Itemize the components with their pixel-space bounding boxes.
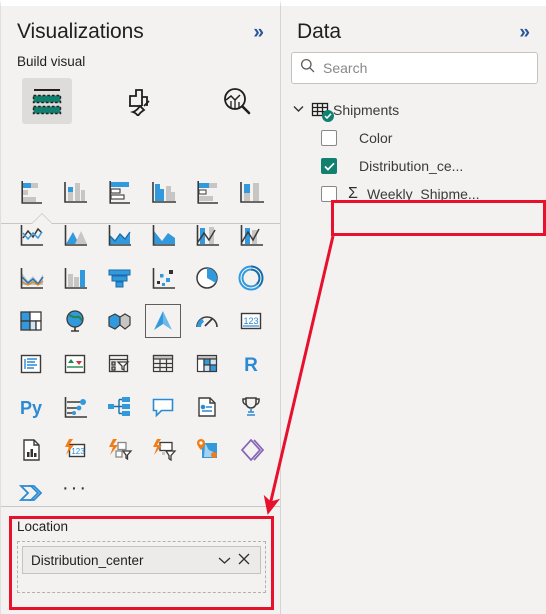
donut-chart-icon[interactable]: [229, 256, 273, 299]
tree-field-color[interactable]: Color: [281, 124, 546, 152]
svg-text:R: R: [244, 355, 258, 376]
visio-visual-icon[interactable]: [229, 428, 273, 471]
data-search-wrap: Search: [281, 44, 546, 84]
stacked-area-chart-icon[interactable]: [97, 213, 141, 256]
tab-build-visual[interactable]: [15, 77, 79, 125]
metrics-icon[interactable]: [229, 385, 273, 428]
visualizations-title: Visualizations: [17, 20, 144, 43]
field-checkbox-distribution-center[interactable]: [321, 158, 337, 174]
smart-narrative-icon[interactable]: [185, 385, 229, 428]
collapse-data-pane-icon[interactable]: »: [517, 23, 532, 42]
waterfall-chart-icon[interactable]: [9, 256, 53, 299]
data-pane: Data » Search Shipments Color Distributi…: [281, 0, 546, 614]
pie-chart-icon[interactable]: [185, 256, 229, 299]
build-visual-label: Build visual: [17, 54, 86, 69]
decomposition-tree-icon[interactable]: [97, 385, 141, 428]
visualizations-pane: Visualizations » Build visual 123 R Py 1…: [0, 0, 281, 614]
map-icon[interactable]: [53, 299, 97, 342]
svg-text:Py: Py: [20, 398, 42, 418]
chevron-down-icon[interactable]: [293, 104, 311, 116]
table-icon[interactable]: [141, 342, 185, 385]
key-influencers-icon[interactable]: [53, 385, 97, 428]
tab-format-visual[interactable]: [109, 77, 173, 125]
multi-row-card-icon[interactable]: [9, 342, 53, 385]
scatter-chart-icon[interactable]: [141, 256, 185, 299]
line-and-clustered-column-chart-icon[interactable]: [185, 213, 229, 256]
svg-text:123: 123: [71, 447, 85, 456]
visualizations-header: Visualizations »: [1, 6, 280, 44]
r-script-visual-icon[interactable]: R: [229, 342, 273, 385]
paginated-report-icon[interactable]: [9, 428, 53, 471]
azure-map-icon[interactable]: [141, 299, 185, 342]
funnel-icon[interactable]: [97, 256, 141, 299]
funnel-chart-icon[interactable]: [53, 256, 97, 299]
line-and-stacked-column-chart-icon[interactable]: [141, 213, 185, 256]
tab-analytics[interactable]: [205, 77, 269, 125]
tab-pointer: [32, 214, 52, 224]
kpi-icon[interactable]: [53, 342, 97, 385]
search-icon: [300, 58, 315, 78]
tree-field-weekly-shipments[interactable]: Σ Weekly_Shipme...: [281, 180, 546, 208]
filled-map-icon[interactable]: [97, 299, 141, 342]
location-drop-zone[interactable]: Distribution_center: [17, 541, 266, 593]
tree-node-label: Shipments: [333, 102, 400, 118]
visualizations-tabs: [1, 69, 280, 224]
location-well-title: Location: [17, 519, 69, 534]
analytics-magnifier-icon: [224, 88, 251, 115]
svg-text:123: 123: [243, 316, 258, 326]
q-and-a-icon[interactable]: [141, 385, 185, 428]
search-placeholder: Search: [323, 60, 368, 76]
ribbon-chart-icon[interactable]: [229, 213, 273, 256]
clustered-bar-chart-icon[interactable]: [97, 170, 141, 213]
tree-field-label: Distribution_ce...: [359, 158, 464, 174]
build-fields-icon: [32, 89, 62, 115]
table-selected-badge: [322, 110, 334, 122]
collapse-visualizations-pane-icon[interactable]: »: [251, 23, 266, 42]
hundred-percent-stacked-bar-chart-icon[interactable]: [185, 170, 229, 213]
sigma-measure-icon: Σ: [348, 185, 358, 202]
field-checkbox-color[interactable]: [321, 130, 337, 146]
field-tree: Shipments Color Distribution_ce... Σ Wee…: [281, 84, 546, 208]
power-automate-filter-icon[interactable]: [141, 428, 185, 471]
tree-field-label: Color: [359, 130, 393, 146]
tree-field-distribution-center[interactable]: Distribution_ce...: [281, 152, 546, 180]
field-chip-label: Distribution_center: [31, 552, 144, 568]
hundred-percent-stacked-column-chart-icon[interactable]: [229, 170, 273, 213]
table-icon: [311, 101, 334, 122]
data-header: Data »: [281, 6, 546, 44]
data-title: Data: [297, 20, 341, 43]
field-checkbox-weekly-shipments[interactable]: [321, 186, 337, 202]
python-visual-icon[interactable]: Py: [9, 385, 53, 428]
slicer-icon[interactable]: [97, 342, 141, 385]
area-chart-icon[interactable]: [53, 213, 97, 256]
stacked-column-chart-icon[interactable]: [53, 170, 97, 213]
field-chip-distribution-center[interactable]: Distribution_center: [22, 546, 261, 574]
treemap-icon[interactable]: [9, 299, 53, 342]
paintbrush-format-icon: [129, 89, 150, 116]
chevron-down-icon[interactable]: [214, 553, 234, 568]
card-number-icon[interactable]: 123: [229, 299, 273, 342]
power-apps-card-icon[interactable]: 123: [53, 428, 97, 471]
clustered-column-chart-icon[interactable]: [141, 170, 185, 213]
close-icon[interactable]: [234, 553, 254, 568]
stacked-bar-chart-icon[interactable]: [9, 170, 53, 213]
search-input[interactable]: Search: [291, 52, 538, 84]
arcgis-map-icon[interactable]: [185, 428, 229, 471]
tree-node-shipments[interactable]: Shipments: [281, 96, 546, 124]
field-wells: Location Distribution_center: [1, 507, 280, 614]
gauge-icon[interactable]: [185, 299, 229, 342]
power-automate-slicer-icon[interactable]: [97, 428, 141, 471]
matrix-icon[interactable]: [185, 342, 229, 385]
tree-field-label: Weekly_Shipme...: [367, 186, 480, 202]
